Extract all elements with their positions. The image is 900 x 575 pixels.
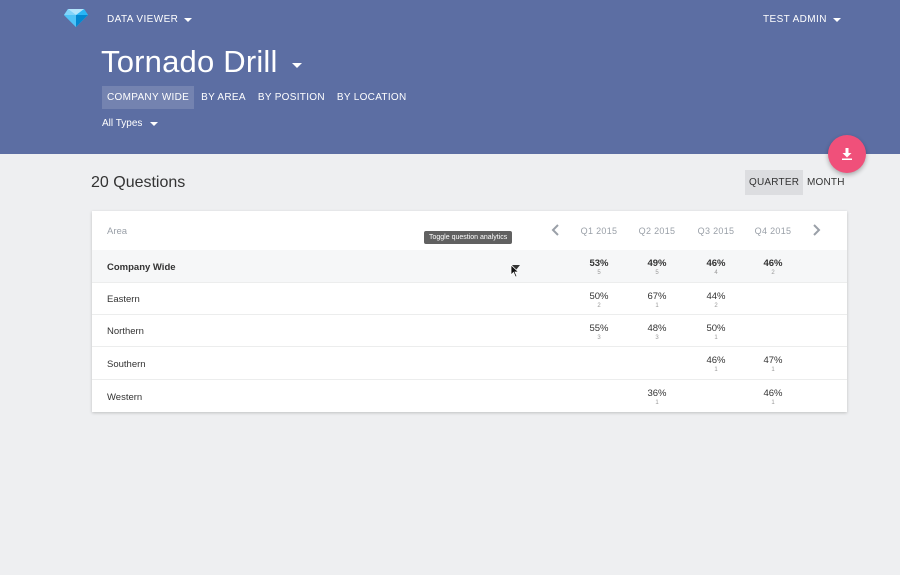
table-cell: 50% 1	[706, 323, 726, 341]
column-header-q4: Q4 2015	[754, 226, 792, 236]
app-menu-dropdown[interactable]: DATA VIEWER	[107, 14, 193, 25]
tab-by-area[interactable]: BY AREA	[196, 86, 251, 109]
table-cell: 44% 2	[706, 291, 726, 309]
table-cell	[688, 388, 744, 389]
app-menu-label: DATA VIEWER	[107, 14, 179, 25]
mouse-cursor-icon	[510, 264, 520, 278]
table-cell	[745, 323, 801, 324]
tab-by-location[interactable]: BY LOCATION	[332, 86, 412, 109]
page-title: Tornado Drill	[101, 44, 278, 79]
app-header: DATA VIEWER TEST ADMIN Tornado Drill COM…	[0, 0, 900, 154]
table-cell: 50% 2	[589, 291, 609, 309]
table-row[interactable]: Western 36% 1 46% 1	[92, 380, 847, 412]
table-row[interactable]: Northern 55% 3 48% 3 50% 1	[92, 315, 847, 347]
tab-by-position[interactable]: BY POSITION	[253, 86, 330, 109]
table-cell: 48% 3	[647, 323, 667, 341]
month-toggle[interactable]: MONTH	[803, 170, 849, 195]
column-header-q2: Q2 2015	[638, 226, 676, 236]
chevron-down-icon	[150, 121, 159, 126]
table-cell	[745, 291, 801, 292]
view-tabs: COMPANY WIDE BY AREA BY POSITION BY LOCA…	[102, 86, 414, 109]
type-filter-label: All Types	[102, 118, 143, 129]
chevron-down-icon	[184, 17, 193, 22]
user-menu-dropdown[interactable]: TEST ADMIN	[763, 14, 841, 25]
column-header-q1: Q1 2015	[580, 226, 618, 236]
table-cell	[571, 355, 627, 356]
type-filter-dropdown[interactable]: All Types	[102, 118, 159, 129]
table-cell: 47% 1	[763, 355, 783, 373]
area-column-header: Area	[107, 226, 128, 237]
row-area-label: Western	[107, 392, 143, 403]
table-cell: 49% 5	[647, 258, 667, 276]
table-cell: 67% 1	[647, 291, 667, 309]
diamond-logo-icon[interactable]	[64, 9, 88, 27]
table-cell	[571, 388, 627, 389]
table-row[interactable]: Eastern 50% 2 67% 1 44% 2	[92, 283, 847, 315]
table-cell: 53% 5	[589, 258, 609, 276]
tab-company-wide[interactable]: COMPANY WIDE	[102, 86, 195, 109]
table-cell: 36% 1	[647, 388, 667, 406]
column-header-q3: Q3 2015	[697, 226, 735, 236]
table-row[interactable]: Company Wide 53% 5 49% 5 46% 4 46% 2	[92, 250, 847, 283]
row-area-label: Eastern	[107, 294, 140, 305]
chevron-right-icon[interactable]	[811, 223, 821, 237]
drill-selector[interactable]: Tornado Drill	[101, 44, 302, 80]
row-area-label: Company Wide	[107, 262, 176, 273]
chevron-down-icon	[291, 62, 302, 68]
table-cell: 46% 4	[706, 258, 726, 276]
table-cell: 46% 1	[706, 355, 726, 373]
table-row[interactable]: Southern 46% 1 47% 1	[92, 347, 847, 380]
table-cell: 46% 1	[763, 388, 783, 406]
row-area-label: Northern	[107, 326, 144, 337]
user-menu-label: TEST ADMIN	[763, 14, 827, 25]
chevron-down-icon	[832, 17, 841, 22]
quarter-toggle[interactable]: QUARTER	[745, 170, 804, 195]
chevron-left-icon[interactable]	[551, 223, 561, 237]
question-count: 20 Questions	[91, 174, 186, 191]
download-button[interactable]	[828, 135, 866, 173]
tooltip: Toggle question analytics	[424, 231, 513, 244]
table-cell: 55% 3	[589, 323, 609, 341]
table-cell	[629, 355, 685, 356]
download-icon	[842, 148, 852, 160]
table-cell: 46% 2	[763, 258, 783, 276]
row-area-label: Southern	[107, 359, 146, 370]
